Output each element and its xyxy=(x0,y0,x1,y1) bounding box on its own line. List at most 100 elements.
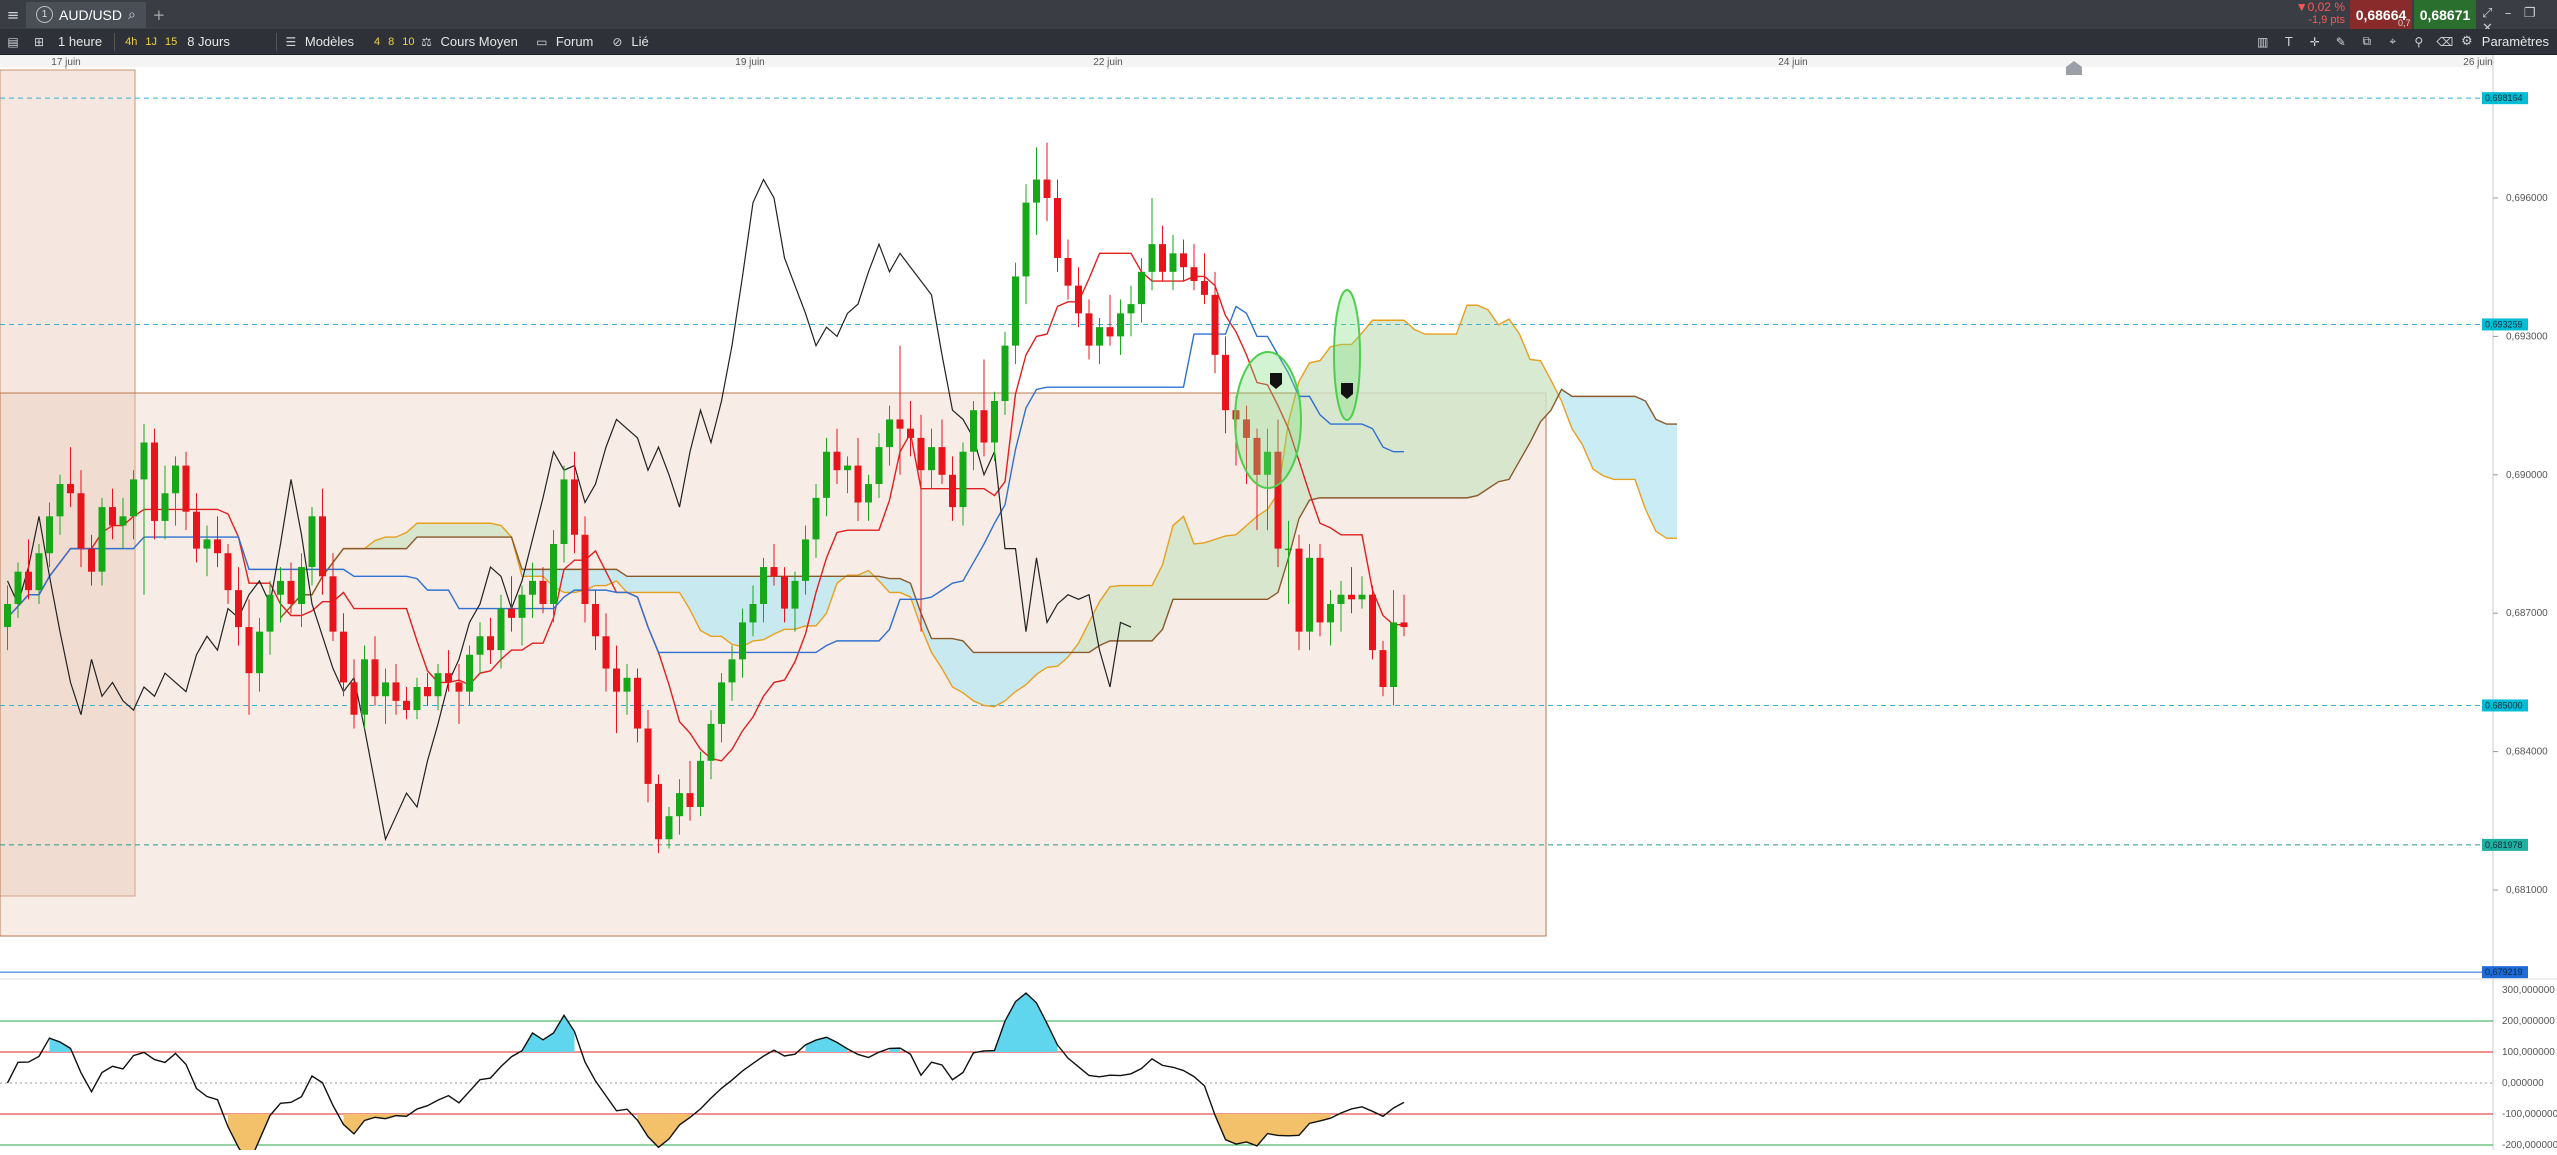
ruler-icon[interactable]: ▥ xyxy=(2250,29,2276,55)
candle-body[interactable] xyxy=(655,783,662,840)
candle-body[interactable] xyxy=(644,728,652,784)
candle-body[interactable] xyxy=(1138,271,1145,305)
interval-select[interactable]: 1 heure xyxy=(52,34,108,49)
candle-body[interactable] xyxy=(361,659,368,715)
candle-body[interactable] xyxy=(991,400,998,443)
candle-body[interactable] xyxy=(676,793,683,817)
candle-body[interactable] xyxy=(928,447,935,471)
candle-body[interactable] xyxy=(812,497,820,540)
candle-body[interactable] xyxy=(98,507,106,572)
candle-body[interactable] xyxy=(592,603,599,637)
candle-body[interactable] xyxy=(529,580,536,595)
candle-body[interactable] xyxy=(1295,548,1303,632)
candle-body[interactable] xyxy=(697,760,704,807)
text-tool-icon[interactable]: T xyxy=(2276,29,2302,55)
candle-body[interactable] xyxy=(1096,327,1103,346)
candle-body[interactable] xyxy=(844,465,851,471)
symbol-tab[interactable]: 1 AUD/USD ⌕ xyxy=(26,1,146,28)
candle-body[interactable] xyxy=(518,594,526,618)
crosshair-icon[interactable]: ✛ xyxy=(2302,29,2328,55)
eraser-icon[interactable]: ⌫ xyxy=(2432,29,2458,55)
candle-body[interactable] xyxy=(193,511,200,549)
candle-body[interactable] xyxy=(403,700,410,711)
templates-button[interactable]: Modèles xyxy=(299,34,360,49)
signal-ellipse-sell[interactable] xyxy=(1234,351,1302,489)
sidebar-toggle-icon[interactable]: ▤ xyxy=(0,29,26,55)
candle-body[interactable] xyxy=(907,428,914,438)
candle-body[interactable] xyxy=(172,465,179,494)
candle-body[interactable] xyxy=(392,682,400,701)
candle-body[interactable] xyxy=(760,567,767,604)
ask-price[interactable]: 0,68671 xyxy=(2414,0,2476,29)
candle-body[interactable] xyxy=(865,484,872,503)
candle-body[interactable] xyxy=(130,479,137,517)
candle-body[interactable] xyxy=(1012,276,1019,346)
candle-body[interactable] xyxy=(739,622,746,660)
candle-body[interactable] xyxy=(854,465,862,503)
candle-body[interactable] xyxy=(1043,179,1051,198)
candle-body[interactable] xyxy=(161,493,169,521)
price-chart[interactable]: 17 juin 19 juin 22 juin 24 juin 26 juin 0,69… xyxy=(0,55,2557,1155)
candle-body[interactable] xyxy=(1348,594,1355,600)
candle-body[interactable] xyxy=(109,507,116,526)
candle-body[interactable] xyxy=(319,516,326,577)
candle-body[interactable] xyxy=(1201,281,1208,295)
candle-body[interactable] xyxy=(434,673,442,697)
candle-body[interactable] xyxy=(602,636,610,669)
candle-body[interactable] xyxy=(1127,304,1135,314)
candle-body[interactable] xyxy=(875,447,883,485)
quick-interval-1j[interactable]: 1J xyxy=(141,36,161,48)
candle-body[interactable] xyxy=(151,442,158,521)
candle-body[interactable] xyxy=(1327,603,1334,623)
range-select[interactable]: 8 Jours xyxy=(181,34,236,49)
candle-body[interactable] xyxy=(88,548,95,572)
candle-body[interactable] xyxy=(623,677,631,692)
candle-body[interactable] xyxy=(1400,622,1408,628)
candle-body[interactable] xyxy=(550,544,557,604)
candle-body[interactable] xyxy=(970,410,977,452)
candle-body[interactable] xyxy=(140,442,148,480)
quick-template-10[interactable]: 10 xyxy=(398,36,418,48)
quick-interval-4h[interactable]: 4h xyxy=(121,36,141,48)
candle-body[interactable] xyxy=(77,493,85,549)
detach-icon[interactable]: ⤢ xyxy=(2482,6,2492,21)
layout-grid-icon[interactable]: ⊞ xyxy=(26,29,52,55)
candle-body[interactable] xyxy=(1022,202,1030,277)
search-icon[interactable]: ⌕ xyxy=(128,7,136,23)
candle-body[interactable] xyxy=(14,571,22,604)
candle-body[interactable] xyxy=(1337,594,1345,604)
candle-body[interactable] xyxy=(1075,285,1082,314)
candle-body[interactable] xyxy=(25,571,32,591)
restore-icon[interactable]: ❐ xyxy=(2524,6,2536,21)
candle-body[interactable] xyxy=(781,576,788,609)
candle-body[interactable] xyxy=(256,631,263,674)
candle-body[interactable] xyxy=(938,447,946,475)
candle-body[interactable] xyxy=(35,553,43,591)
candle-body[interactable] xyxy=(1306,557,1313,632)
candle-body[interactable] xyxy=(214,539,221,554)
candle-body[interactable] xyxy=(1369,594,1376,651)
candle-body[interactable] xyxy=(1033,179,1040,203)
candle-body[interactable] xyxy=(980,410,988,443)
chart-area[interactable]: 17 juin 19 juin 22 juin 24 juin 26 juin 0,69… xyxy=(0,55,2557,1155)
candle-body[interactable] xyxy=(1054,198,1061,258)
candle-body[interactable] xyxy=(560,479,568,544)
candle-body[interactable] xyxy=(1117,313,1124,337)
candle-body[interactable] xyxy=(959,451,967,508)
candle-body[interactable] xyxy=(823,451,830,498)
candle-body[interactable] xyxy=(119,516,127,526)
candle-body[interactable] xyxy=(718,682,725,724)
candle-body[interactable] xyxy=(1190,267,1198,282)
candle-body[interactable] xyxy=(1148,244,1156,272)
candle-body[interactable] xyxy=(235,590,242,628)
candle-body[interactable] xyxy=(613,668,620,692)
candle-body[interactable] xyxy=(1285,548,1292,551)
quick-interval-15[interactable]: 15 xyxy=(161,36,181,48)
candle-body[interactable] xyxy=(466,654,473,692)
candle-body[interactable] xyxy=(245,627,253,674)
candle-body[interactable] xyxy=(581,534,589,604)
candle-body[interactable] xyxy=(896,419,904,429)
copy-icon[interactable]: ⧉ xyxy=(2354,29,2380,55)
signal-ellipse-buy[interactable] xyxy=(1333,289,1361,421)
draw-tool-icon[interactable]: ✎ xyxy=(2328,29,2354,55)
